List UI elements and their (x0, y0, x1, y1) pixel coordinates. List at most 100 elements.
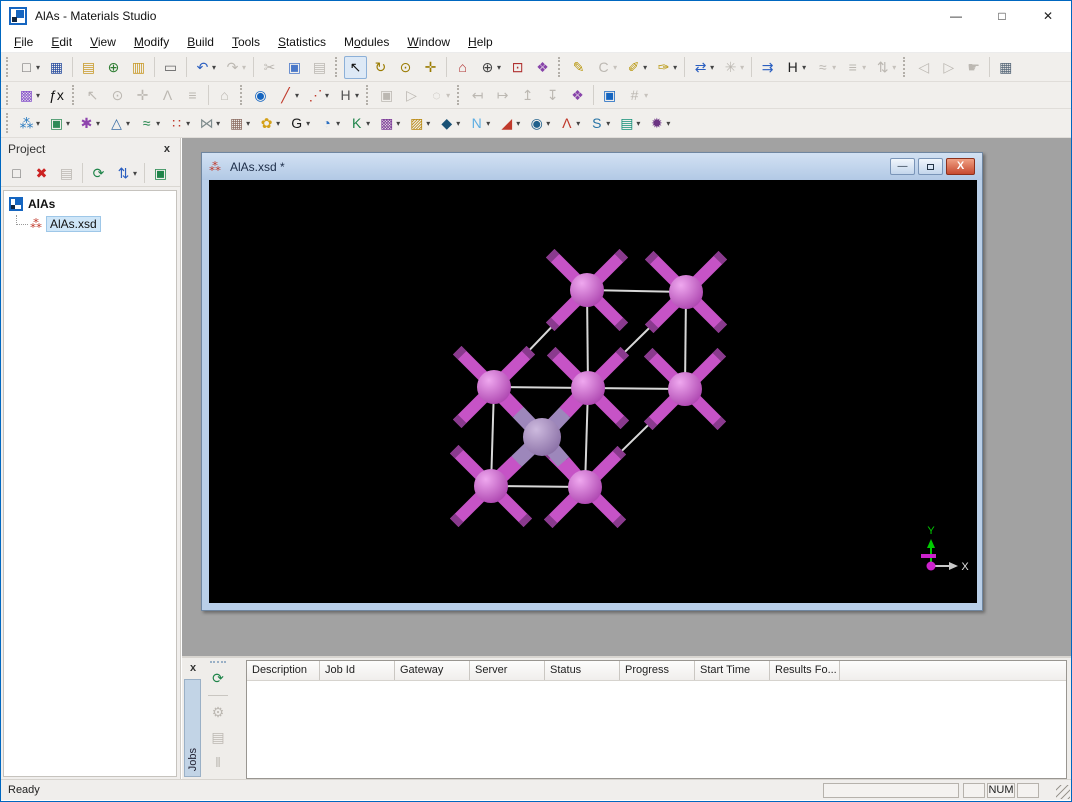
add-atom-button[interactable]: ◉ (249, 84, 272, 107)
study-table-button[interactable]: ▦ (994, 56, 1017, 79)
rotation-mode-button[interactable]: ↻ (369, 56, 392, 79)
function-editor-button[interactable]: ƒx (45, 84, 68, 107)
mesodyn-button[interactable]: ▩▾ (375, 112, 403, 135)
partial-bond-button[interactable]: ⋰▾ (304, 84, 332, 107)
selection-mode-button[interactable]: ↖ (344, 56, 367, 79)
hydrogen-bond-button[interactable]: H▾ (334, 84, 362, 107)
synthia-button[interactable]: S▾ (585, 112, 613, 135)
compass-button[interactable]: ≈▾ (135, 112, 163, 135)
sketch-fragment-button[interactable]: ✑▾ (652, 56, 680, 79)
adjust-bond-button[interactable]: ⇄▾ (689, 56, 717, 79)
previous-frame-button[interactable]: ◁ (912, 56, 935, 79)
column-header-job-id[interactable]: Job Id (320, 661, 395, 680)
dftb-plus-button[interactable]: ▦▾ (225, 112, 253, 135)
chart-home-button[interactable]: ⌂ (213, 84, 236, 107)
movement-button[interactable]: ⇅▾ (871, 56, 899, 79)
resize-grip[interactable] (1056, 785, 1070, 799)
morphology-button[interactable]: ▨▾ (405, 112, 433, 135)
import-button[interactable]: ⊕ (102, 56, 125, 79)
shift-down-button[interactable]: ↧ (541, 84, 564, 107)
structure-viewport[interactable]: YX (209, 180, 977, 603)
maximize-button[interactable]: □ (979, 1, 1025, 31)
zoom-mode-button[interactable]: ⊙ (394, 56, 417, 79)
delete-item-button[interactable]: ✖ (30, 162, 53, 185)
graph-select-button[interactable]: ↖ (81, 84, 104, 107)
chart-viewer-button[interactable]: ▩▾ (15, 84, 43, 107)
next-frame-button[interactable]: ▷ (937, 56, 960, 79)
sketch-ring-button[interactable]: ✐▾ (622, 56, 650, 79)
kinetix-button[interactable]: ◔▾ (315, 112, 343, 135)
graph-zoom-button[interactable]: ⊙ (106, 84, 129, 107)
menu-tools[interactable]: Tools (223, 32, 269, 52)
column-header-progress[interactable]: Progress (620, 661, 695, 680)
amorphous-cell-button[interactable]: ▣▾ (45, 112, 73, 135)
conformers-button[interactable]: ∷▾ (165, 112, 193, 135)
open-button[interactable]: ▤ (77, 56, 100, 79)
adjust-hydrogen-button[interactable]: H▾ (781, 56, 809, 79)
document-restore-button[interactable] (918, 158, 943, 175)
remote-view-button[interactable]: ▤ (207, 726, 230, 749)
xcell-button[interactable]: ✹▾ (645, 112, 673, 135)
align-button[interactable]: ≡▾ (841, 56, 869, 79)
supercell-button[interactable]: #▾ (623, 84, 651, 107)
undo-button[interactable]: ↶▾ (191, 56, 219, 79)
view-onto-button[interactable]: ⊕▾ (476, 56, 504, 79)
add-hydrogen-button[interactable]: ✳▾ (719, 56, 747, 79)
document-minimize-button[interactable]: — (890, 158, 915, 175)
blends-button[interactable]: ✱▾ (75, 112, 103, 135)
run-script-button[interactable]: ▷ (400, 84, 423, 107)
element-carbon-button[interactable]: C▾ (592, 56, 620, 79)
column-header-description[interactable]: Description (247, 661, 320, 680)
rebond-button[interactable]: ⇉ (756, 56, 779, 79)
job-properties-button[interactable]: ⚙ (207, 701, 230, 724)
fit-view-button[interactable]: ⊡ (506, 56, 529, 79)
tree-item-structure-document[interactable]: ⁂ AlAs.xsd (16, 214, 174, 234)
new-document-button[interactable]: □▾ (15, 56, 43, 79)
create-bond-button[interactable]: ╱▾ (274, 84, 302, 107)
clean-button[interactable]: ≈▾ (811, 56, 839, 79)
align-spectra-button[interactable]: ≡ (181, 84, 204, 107)
minimize-button[interactable]: — (933, 1, 979, 31)
menu-build[interactable]: Build (178, 32, 223, 52)
display-options-button[interactable]: ❖ (566, 84, 589, 107)
column-header-status[interactable]: Status (545, 661, 620, 680)
vamp-button[interactable]: ▤▾ (615, 112, 643, 135)
redo-button[interactable]: ↷▾ (221, 56, 249, 79)
peak-pick-button[interactable]: Λ (156, 84, 179, 107)
onetep-button[interactable]: ◆▾ (435, 112, 463, 135)
export-button[interactable]: ▥ (127, 56, 150, 79)
save-button[interactable]: ▦ (45, 56, 68, 79)
reset-view-button[interactable]: ⌂ (451, 56, 474, 79)
menu-modules[interactable]: Modules (335, 32, 398, 52)
menu-modify[interactable]: Modify (125, 32, 178, 52)
adsorption-locator-button[interactable]: ⁂▾ (15, 112, 43, 135)
graph-pan-button[interactable]: ✛ (131, 84, 154, 107)
jobs-tab[interactable]: Jobs (184, 679, 201, 777)
column-header-gateway[interactable]: Gateway (395, 661, 470, 680)
new-folder-button[interactable]: ▤ (55, 162, 78, 185)
column-header-start-time[interactable]: Start Time (695, 661, 770, 680)
shift-left-button[interactable]: ↤ (466, 84, 489, 107)
document-close-button[interactable]: X (946, 158, 975, 175)
discover-button[interactable]: ⋈▾ (195, 112, 223, 135)
column-header-results-fo[interactable]: Results Fo... (770, 661, 840, 680)
menu-window[interactable]: Window (398, 32, 459, 52)
annotate-button[interactable]: ☛ (962, 56, 985, 79)
refresh-project-button[interactable]: ⟳ (87, 162, 110, 185)
menu-statistics[interactable]: Statistics (269, 32, 335, 52)
new-item-button[interactable]: □ (5, 162, 28, 185)
sketch-atom-button[interactable]: ✎ (567, 56, 590, 79)
refresh-jobs-button[interactable]: ⟳ (207, 667, 230, 690)
qmera-button[interactable]: ◢▾ (495, 112, 523, 135)
document-title-bar[interactable]: ⁂ AlAs.xsd * — X (202, 153, 982, 180)
sort-items-button[interactable]: ⇅▾ (112, 162, 140, 185)
display-style-button[interactable]: ❖ (531, 56, 554, 79)
project-panel-close-button[interactable]: x (161, 143, 173, 155)
open-library-button[interactable]: ▣ (149, 162, 172, 185)
paste-button[interactable]: ▤ (308, 56, 331, 79)
translation-mode-button[interactable]: ✛ (419, 56, 442, 79)
sorption-button[interactable]: Λ▾ (555, 112, 583, 135)
shift-right-button[interactable]: ↦ (491, 84, 514, 107)
menu-help[interactable]: Help (459, 32, 502, 52)
menu-file[interactable]: File (5, 32, 42, 52)
